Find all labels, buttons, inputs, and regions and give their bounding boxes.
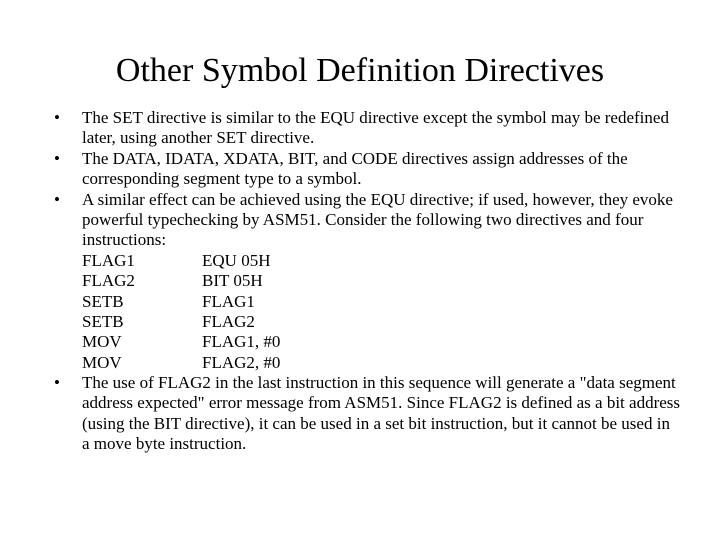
- code-row: FLAG2 BIT 05H: [82, 271, 680, 291]
- code-col-1: MOV: [82, 332, 202, 352]
- code-col-1: MOV: [82, 353, 202, 373]
- code-row: SETB FLAG2: [82, 312, 680, 332]
- bullet-item: A similar effect can be achieved using t…: [40, 190, 680, 374]
- code-block: FLAG1 EQU 05H FLAG2 BIT 05H SETB FLAG1 S…: [82, 251, 680, 373]
- code-row: MOV FLAG2, #0: [82, 353, 680, 373]
- bullet-list: The SET directive is similar to the EQU …: [40, 108, 680, 455]
- code-row: SETB FLAG1: [82, 292, 680, 312]
- bullet-text: The DATA, IDATA, XDATA, BIT, and CODE di…: [82, 149, 628, 188]
- code-col-1: SETB: [82, 312, 202, 332]
- code-col-1: FLAG2: [82, 271, 202, 291]
- bullet-item: The DATA, IDATA, XDATA, BIT, and CODE di…: [40, 149, 680, 190]
- code-row: FLAG1 EQU 05H: [82, 251, 680, 271]
- code-col-1: FLAG1: [82, 251, 202, 271]
- bullet-text: The SET directive is similar to the EQU …: [82, 108, 669, 147]
- slide: Other Symbol Definition Directives The S…: [0, 52, 720, 540]
- code-col-2: FLAG1, #0: [202, 332, 280, 352]
- bullet-text: The use of FLAG2 in the last instruction…: [82, 373, 680, 453]
- code-col-2: FLAG1: [202, 292, 255, 312]
- code-row: MOV FLAG1, #0: [82, 332, 680, 352]
- bullet-text: A similar effect can be achieved using t…: [82, 190, 673, 250]
- code-col-2: EQU 05H: [202, 251, 270, 271]
- bullet-item: The use of FLAG2 in the last instruction…: [40, 373, 680, 455]
- code-col-2: BIT 05H: [202, 271, 263, 291]
- code-col-2: FLAG2, #0: [202, 353, 280, 373]
- code-col-1: SETB: [82, 292, 202, 312]
- slide-title: Other Symbol Definition Directives: [40, 52, 680, 90]
- bullet-item: The SET directive is similar to the EQU …: [40, 108, 680, 149]
- code-col-2: FLAG2: [202, 312, 255, 332]
